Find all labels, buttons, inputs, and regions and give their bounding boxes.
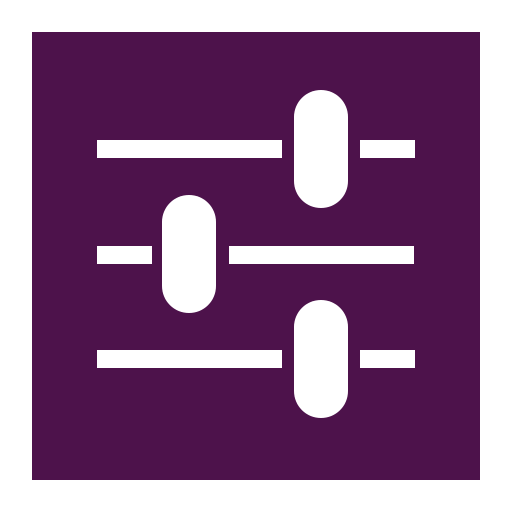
- sliders-icon: [32, 32, 480, 480]
- slider-3-track-left: [97, 350, 282, 368]
- slider-2-track-right: [229, 246, 414, 264]
- slider-1-track-right: [360, 140, 415, 158]
- slider-1-handle: [294, 90, 348, 208]
- slider-3-track-right: [360, 350, 415, 368]
- slider-2-track-left: [97, 246, 152, 264]
- slider-2-handle: [162, 195, 216, 313]
- slider-3-handle: [294, 300, 348, 418]
- app-icon-canvas: [0, 0, 512, 512]
- slider-1-track-left: [97, 140, 282, 158]
